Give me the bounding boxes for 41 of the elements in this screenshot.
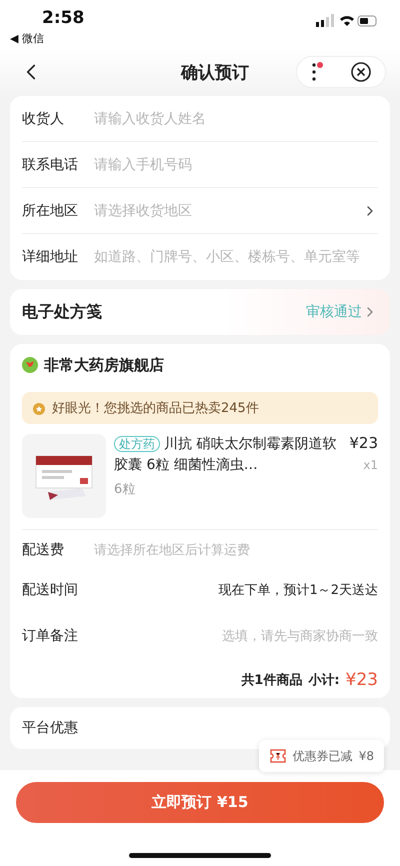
back-to-app-link[interactable]: ◀ 微信	[10, 31, 84, 46]
shipping-hint: 请选择所在地区后计算运费	[94, 542, 251, 559]
store-name: 非常大药房旗舰店	[44, 356, 164, 374]
product-quantity: x1	[363, 458, 378, 472]
remark-field[interactable]: 选填，请先与商家协商一致	[94, 627, 378, 645]
book-now-button[interactable]: 立即预订 ¥15	[16, 782, 384, 823]
coupon-text: 优惠券已减	[292, 748, 353, 764]
row-label: 订单备注	[22, 627, 79, 645]
region-select[interactable]: 请选择收货地区	[94, 202, 362, 220]
subtotal-label: 小计:	[308, 672, 340, 689]
signal-icon	[316, 14, 334, 27]
field-label: 联系电话	[22, 156, 79, 174]
field-label: 所在地区	[22, 202, 79, 220]
prescription-label: 电子处方笺	[22, 302, 103, 322]
page-title: 确认预订	[181, 62, 249, 84]
product-spec: 6粒	[114, 481, 136, 498]
coupon-amount: ¥8	[358, 749, 374, 763]
delivery-time: 现在下单，预计1～2天送达	[217, 582, 378, 599]
battery-icon	[358, 16, 376, 26]
input-field[interactable]: 请输入手机号码	[94, 156, 378, 174]
status-time: 2:58	[42, 8, 84, 28]
field-label: 详细地址	[22, 248, 79, 266]
review-status-link[interactable]: 审核通过	[306, 303, 362, 321]
medal-icon	[32, 400, 46, 416]
input-field[interactable]: 如道路、门牌号、小区、楼栋号、单元室等	[94, 248, 378, 266]
product-price: ¥23	[349, 434, 378, 452]
wifi-icon	[340, 16, 354, 26]
row-label: 配送时间	[22, 581, 79, 599]
store-logo-icon	[22, 357, 38, 373]
banner-text: 好眼光！您挑选的商品已热卖245件	[52, 400, 259, 417]
prescription-tag: 处方药	[114, 436, 160, 452]
discount-label: 平台优惠	[22, 719, 79, 737]
close-icon[interactable]	[350, 61, 372, 83]
item-count: 共1件商品	[241, 672, 302, 689]
field-label: 收货人	[22, 110, 65, 128]
subtotal-price: ¥23	[346, 670, 378, 690]
coupon-icon	[268, 748, 287, 764]
input-field[interactable]: 请输入收货人姓名	[94, 110, 378, 128]
more-icon[interactable]	[310, 61, 324, 83]
row-label: 配送费	[22, 541, 65, 559]
product-title: 处方药 川抗 硝呋太尔制霉素阴道软胶囊 6粒 细菌性滴虫…	[114, 435, 338, 475]
